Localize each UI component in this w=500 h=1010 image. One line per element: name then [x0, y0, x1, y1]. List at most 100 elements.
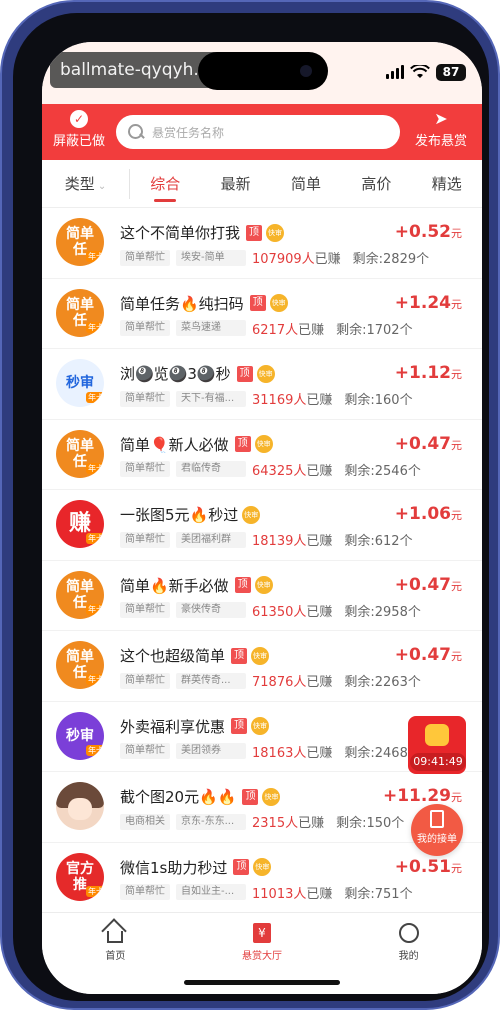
publisher-tag: 君临传奇 [176, 461, 246, 477]
earned-number: 11013人 [252, 886, 307, 902]
task-meta: 简单帮忙 美团福利群 18139人已赚 剩余:612个 [120, 530, 413, 549]
fast-review-badge: 快审 [266, 223, 285, 242]
fast-review-badge: 快审 [269, 294, 288, 312]
task-title-line: 简单🎈新人必做顶快审 [120, 434, 273, 455]
top-badge: 顶 [249, 295, 266, 311]
task-meta: 简单帮忙 埃安-简单 107909人已赚 剩余:2829个 [120, 248, 429, 267]
task-title-line: 这个不简单你打我顶快审 [120, 222, 285, 243]
avatar: 简单 任年卡 [56, 218, 104, 266]
task-title: 外卖福利享优惠 [120, 717, 226, 736]
blocked-done-button[interactable]: ✓ 屏蔽已做 [42, 104, 116, 160]
coin-icon [425, 724, 449, 746]
reward-value: +0.47 [394, 574, 451, 595]
remaining-count: 剩余:612个 [344, 534, 413, 549]
task-title-line: 简单🔥新手必做顶快审 [120, 575, 273, 596]
task-title-line: 外卖福利享优惠顶快审 [120, 716, 270, 737]
publisher-tag: 豪侠传奇 [176, 602, 246, 618]
earned-number: 31169人 [252, 393, 307, 408]
avatar: 赚年卡 [56, 500, 104, 548]
task-row[interactable]: 简单 任年卡 简单🔥新手必做顶快审 简单帮忙 豪侠传奇 61350人已赚 剩余:295… [42, 561, 482, 631]
filter-bar: 类型 ⌄ 综合 最新 简单 高价 精选 [42, 160, 482, 208]
publisher-tag: 美团福利群 [176, 531, 246, 548]
tab-latest[interactable]: 最新 [217, 160, 255, 208]
earned-suffix: 已赚 [306, 604, 333, 620]
task-row[interactable]: 简单 任年卡 简单任务🔥纯扫码顶快审 简单帮忙 菜鸟速递 6217人已赚 剩余:170… [42, 279, 482, 349]
user-icon [398, 923, 419, 943]
publisher-tag: 群英传奇... [176, 672, 246, 689]
avatar-text: 秒审 [66, 727, 94, 744]
nav-home-label: 首页 [105, 951, 126, 962]
earned-count: 18139人已赚 [252, 530, 332, 549]
category-tag: 简单帮忙 [120, 461, 170, 477]
nav-home[interactable]: 首页 [42, 913, 189, 994]
avatar: 简单 任年卡 [56, 288, 104, 337]
reward-amount: +1.12元 [395, 363, 462, 383]
earned-suffix: 已赚 [306, 675, 333, 690]
earned-number: 2315人 [252, 816, 299, 831]
reward-amount: +1.24元 [395, 293, 462, 313]
type-dropdown[interactable]: 类型 ⌄ [42, 168, 130, 199]
task-meta: 简单帮忙 豪侠传奇 61350人已赚 剩余:2958个 [120, 601, 421, 620]
task-title-line: 微信1s助力秒过顶快审 [120, 857, 272, 878]
task-meta: 电商相关 京东-东东... 2315人已赚 剩余:150个 [120, 812, 404, 831]
fast-review-badge: 快审 [251, 717, 270, 735]
avatar-face [68, 798, 92, 820]
camera-icon [300, 65, 312, 77]
countdown-timer: 09:41:49 [410, 753, 466, 771]
earned-suffix: 已赚 [306, 393, 333, 408]
tab-featured[interactable]: 精选 [428, 160, 466, 208]
fast-review-badge: 快审 [254, 435, 273, 453]
remaining-count: 剩余:2263个 [344, 675, 421, 690]
avatar: 简单 任年卡 [56, 570, 104, 619]
fast-review-badge: 快审 [253, 858, 272, 876]
fast-review-badge: 快审 [262, 787, 281, 806]
reward-value: +0.52 [394, 222, 451, 242]
task-title: 浏🎱览🎱3🎱秒 [120, 365, 231, 383]
task-row[interactable]: 秒审 年卡 浏🎱览🎱3🎱秒顶快审 简单帮忙 天下-有福... 31169人已赚 剩余:1… [42, 349, 482, 420]
reward-value: +1.24 [394, 292, 451, 313]
avatar: 简单 任年卡 [56, 641, 104, 689]
category-tag: 简单帮忙 [120, 884, 170, 900]
category-tag: 简单帮忙 [120, 320, 170, 336]
task-title: 微信1s助力秒过 [120, 858, 228, 877]
remaining-count: 剩余:150个 [336, 816, 405, 831]
earned-number: 107909人 [252, 252, 315, 267]
annual-card-badge: 年卡 [86, 744, 104, 756]
home-icon [107, 931, 124, 943]
task-row[interactable]: 简单 任年卡 这个也超级简单顶快审 简单帮忙 群英传奇... 71876人已赚 剩余:… [42, 631, 482, 702]
task-title: 截个图20元🔥🔥 [120, 788, 237, 806]
reward-unit: 元 [451, 227, 462, 240]
my-orders-label: 我的接单 [417, 834, 457, 845]
task-row[interactable]: 简单 任年卡 简单🎈新人必做顶快审 简单帮忙 君临传奇 64325人已赚 剩余:254… [42, 420, 482, 490]
task-title: 简单🔥新手必做 [120, 576, 229, 595]
reward-amount: +0.47元 [395, 575, 462, 595]
task-row[interactable]: 赚年卡 一张图5元🔥秒过 快审 简单帮忙 美团福利群 18139人已赚 剩余:612个 … [42, 490, 482, 561]
reward-unit: 元 [451, 509, 462, 522]
earned-count: 11013人已赚 [252, 883, 332, 902]
my-orders-button[interactable]: 我的接单 [411, 804, 463, 856]
phone-bezel: ballmate-qyqyh.com 87 ✓ 屏蔽已做 悬赏任务名称 ➤ 发布… [13, 13, 489, 1001]
earned-number: 64325人 [252, 463, 307, 479]
search-input[interactable]: 悬赏任务名称 [116, 115, 400, 149]
publish-reward-button[interactable]: ➤ 发布悬赏 [400, 104, 482, 160]
tab-simple[interactable]: 简单 [287, 160, 325, 208]
top-badge: 顶 [231, 718, 248, 734]
reward-unit: 元 [451, 861, 462, 875]
reward-amount: +0.52元 [395, 222, 462, 242]
earned-suffix: 已赚 [298, 816, 325, 831]
earned-count: 18163人已赚 [252, 742, 332, 761]
earned-suffix: 已赚 [306, 463, 333, 479]
document-icon [430, 810, 444, 828]
dynamic-island [198, 52, 328, 90]
task-row[interactable]: 官方 推年卡 微信1s助力秒过顶快审 简单帮忙 自如业主-... 11013人已赚剩… [42, 843, 482, 913]
reward-value: +0.47 [394, 645, 451, 665]
task-row[interactable]: 简单 任年卡 这个不简单你打我顶快审 简单帮忙 埃安-简单 107909人已赚 剩余:… [42, 208, 482, 279]
tab-comprehensive[interactable]: 综合 [146, 160, 184, 208]
home-indicator [184, 980, 340, 985]
reward-value: +1.12 [394, 363, 451, 383]
task-meta: 简单帮忙 美团领券 18163人已赚 剩余:2468个 [120, 742, 421, 761]
tab-high-price[interactable]: 高价 [357, 160, 395, 208]
fast-review-badge: 快审 [251, 646, 270, 665]
nav-me[interactable]: 我的 [335, 913, 482, 994]
screen: ballmate-qyqyh.com 87 ✓ 屏蔽已做 悬赏任务名称 ➤ 发布… [42, 42, 482, 994]
